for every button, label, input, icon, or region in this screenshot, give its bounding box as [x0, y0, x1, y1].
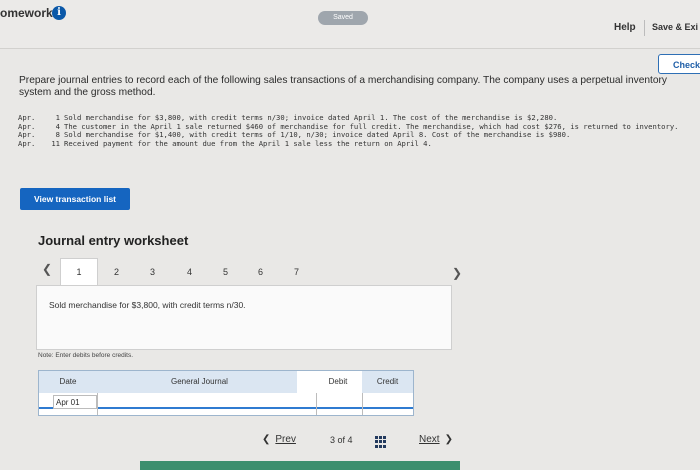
column-header-debit: Debit [316, 371, 360, 393]
column-header-general-journal: General Journal [97, 371, 297, 393]
journal-table: Date General Journal Debit Credit Apr 01 [38, 370, 414, 416]
chevron-left-icon: ❮ [262, 434, 271, 445]
assignment-title: omework [0, 6, 53, 20]
header-divider [644, 20, 645, 36]
column-divider [362, 393, 363, 415]
debit-credit-note: Note: Enter debits before credits. [38, 352, 134, 359]
tab-next-icon[interactable]: ❯ [452, 266, 462, 280]
view-transaction-list-button[interactable]: View transaction list [20, 188, 130, 210]
check-button[interactable]: Check [658, 54, 700, 74]
tab-4[interactable]: 4 [187, 267, 192, 277]
transaction-date: Apr. [18, 139, 36, 149]
tab-1[interactable]: 1 [60, 258, 98, 285]
column-header-date: Date [39, 371, 97, 393]
column-divider [97, 393, 98, 415]
prev-button[interactable]: ❮ Prev [262, 434, 296, 445]
transaction-description: Sold merchandise for $3,800, with credit… [49, 300, 246, 310]
transaction-text: Received payment for the amount due from… [64, 139, 432, 149]
transaction-description-box: Sold merchandise for $3,800, with credit… [36, 285, 452, 350]
tab-5[interactable]: 5 [223, 267, 228, 277]
transaction-row: Apr. 11 Received payment for the amount … [18, 139, 690, 149]
page-position: 3 of 4 [330, 435, 353, 445]
worksheet-title: Journal entry worksheet [38, 233, 189, 248]
help-link[interactable]: Help [614, 22, 636, 33]
column-divider [316, 393, 317, 415]
tab-prev-icon[interactable]: ❮ [42, 262, 52, 276]
tab-3[interactable]: 3 [150, 267, 155, 277]
transaction-list: Apr. 1 Sold merchandise for $3,800, with… [18, 113, 690, 149]
column-header-credit: Credit [362, 371, 413, 393]
question-grid-icon[interactable] [375, 436, 387, 448]
bottom-bar [140, 461, 460, 470]
next-label: Next [419, 434, 440, 445]
transaction-day: 11 [51, 139, 60, 149]
chevron-right-icon: ❯ [444, 434, 453, 445]
tab-6[interactable]: 6 [258, 267, 263, 277]
tab-7[interactable]: 7 [294, 267, 299, 277]
prev-label: Prev [275, 434, 296, 445]
info-icon[interactable]: i [52, 6, 66, 20]
tab-2[interactable]: 2 [114, 267, 119, 277]
save-exit-button[interactable]: Save & Exi [652, 22, 698, 32]
question-prompt: Prepare journal entries to record each o… [19, 75, 668, 98]
next-button[interactable]: Next ❯ [419, 434, 453, 445]
saved-badge: Saved [318, 11, 368, 25]
date-select[interactable]: Apr 01 [53, 395, 97, 409]
